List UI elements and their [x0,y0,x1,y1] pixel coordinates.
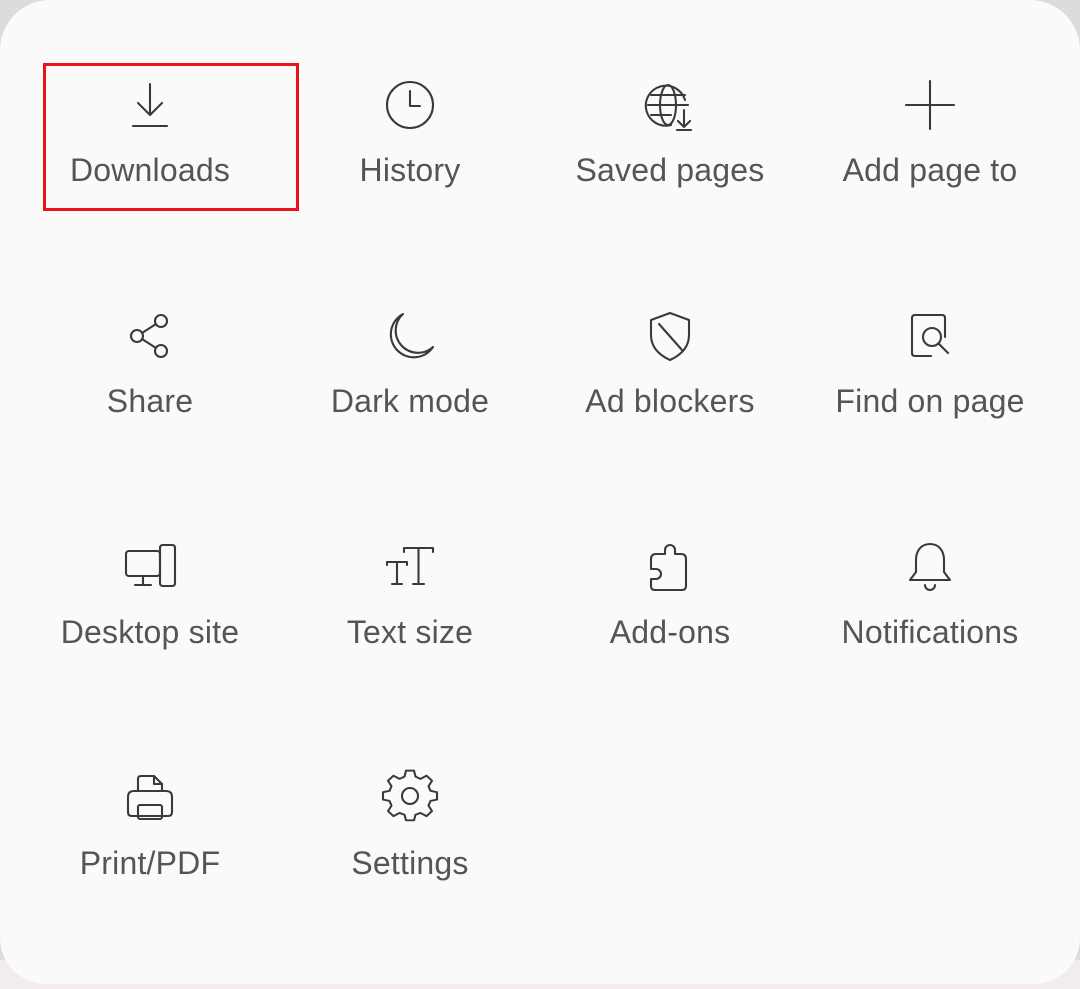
menu-item-text-size[interactable]: Text size [280,526,540,757]
menu-item-dark-mode[interactable]: Dark mode [280,295,540,526]
menu-item-history[interactable]: History [280,64,540,295]
menu-label: History [359,152,461,188]
text-size-icon [381,538,439,596]
menu-item-settings[interactable]: Settings [280,757,540,984]
desktop-icon [121,538,179,596]
sheet-corner [0,0,60,60]
share-icon [121,307,179,365]
menu-label: Settings [351,845,469,881]
plus-icon [901,76,959,134]
menu-label: Notifications [841,614,1019,650]
menu-item-add-page-to[interactable]: Add page to [800,64,1060,295]
menu-item-saved-pages[interactable]: Saved pages [540,64,800,295]
menu-label: Text size [346,614,474,650]
menu-grid: Downloads History Saved pages Add page t… [20,63,1060,984]
gear-icon [381,769,439,827]
globe-download-icon [641,76,699,134]
menu-label: Find on page [835,383,1025,419]
menu-label: Downloads [69,152,231,188]
menu-item-downloads[interactable]: Downloads [20,63,299,295]
clock-icon [381,76,439,134]
menu-label: Add page to [842,152,1018,188]
menu-label: Saved pages [575,152,765,188]
download-icon [121,76,179,134]
menu-item-print-pdf[interactable]: Print/PDF [20,757,280,984]
browser-menu-sheet: Downloads History Saved pages Add page t… [0,0,1080,984]
menu-item-ad-blockers[interactable]: Ad blockers [540,295,800,526]
menu-item-desktop-site[interactable]: Desktop site [20,526,280,757]
menu-label: Print/PDF [79,845,221,881]
menu-label: Add-ons [609,614,731,650]
menu-label: Dark mode [330,383,490,419]
printer-icon [121,769,179,827]
sheet-corner [1020,0,1080,60]
menu-item-find-on-page[interactable]: Find on page [800,295,1060,526]
shield-icon [641,307,699,365]
menu-item-notifications[interactable]: Notifications [800,526,1060,757]
menu-item-share[interactable]: Share [20,295,280,526]
moon-icon [381,307,439,365]
bell-icon [901,538,959,596]
menu-label: Desktop site [60,614,240,650]
menu-label: Share [106,383,194,419]
find-icon [901,307,959,365]
menu-label: Ad blockers [585,383,755,419]
menu-item-add-ons[interactable]: Add-ons [540,526,800,757]
puzzle-icon [641,538,699,596]
